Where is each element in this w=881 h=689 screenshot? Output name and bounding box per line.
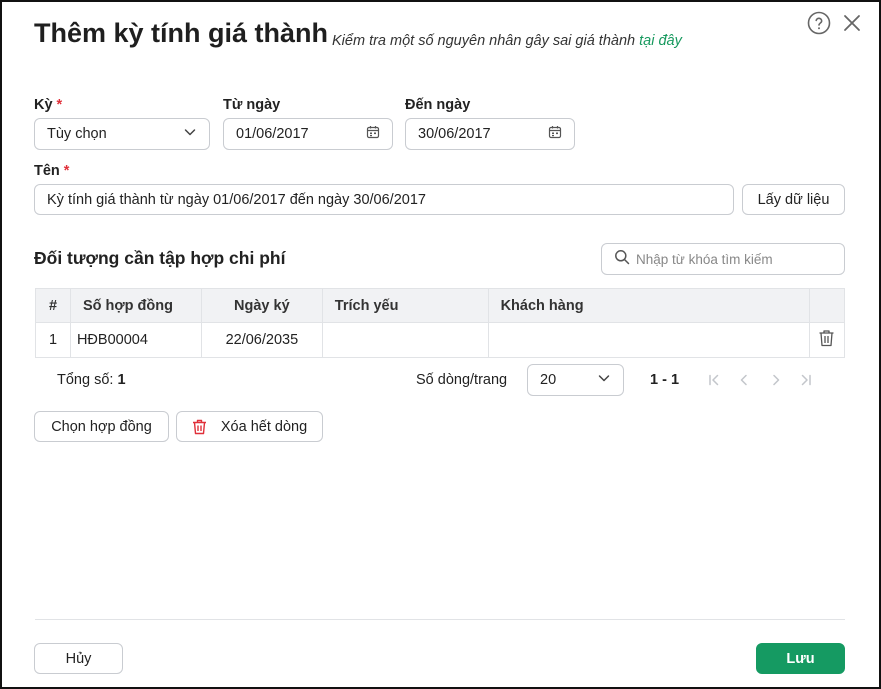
table-header-row: # Số hợp đồng Ngày ký Trích yếu Khách hà… xyxy=(35,288,846,323)
first-page-icon[interactable] xyxy=(706,372,722,388)
subtitle-text: Kiểm tra một số nguyên nhân gây sai giá … xyxy=(332,33,636,49)
choose-contract-button[interactable]: Chọn hợp đồng xyxy=(34,411,169,442)
cell-summary xyxy=(321,322,489,358)
table-row[interactable]: 1 HĐB00004 22/06/2035 xyxy=(35,322,846,358)
contracts-table: # Số hợp đồng Ngày ký Trích yếu Khách hà… xyxy=(35,288,846,358)
dialog-subtitle: Kiểm tra một số nguyên nhân gây sai giá … xyxy=(332,33,682,49)
name-label-text: Tên xyxy=(34,163,60,179)
required-mark: * xyxy=(56,97,63,113)
period-select-value: Tùy chọn xyxy=(47,126,107,142)
column-header-summary: Trích yếu xyxy=(321,288,489,323)
delete-all-rows-button[interactable]: Xóa hết dòng xyxy=(176,411,323,442)
required-mark: * xyxy=(63,163,70,179)
name-input[interactable]: Kỳ tính giá thành từ ngày 01/06/2017 đến… xyxy=(34,184,734,215)
chevron-down-icon xyxy=(183,125,197,143)
rows-per-page-value: 20 xyxy=(540,372,557,388)
search-icon xyxy=(614,249,630,269)
calendar-icon[interactable] xyxy=(366,125,380,143)
fetch-data-button[interactable]: Lấy dữ liệu xyxy=(742,184,845,215)
from-date-input[interactable]: 01/06/2017 xyxy=(223,118,393,150)
column-header-contract-no: Số hợp đồng xyxy=(69,288,202,323)
close-icon[interactable] xyxy=(842,13,862,33)
prev-page-icon[interactable] xyxy=(736,372,752,388)
period-select[interactable]: Tùy chọn xyxy=(34,118,210,150)
subtitle-link[interactable]: tại đây xyxy=(639,33,682,49)
cell-contract-no: HĐB00004 xyxy=(69,322,202,358)
period-label: Kỳ * xyxy=(34,97,62,113)
cell-sign-date: 22/06/2035 xyxy=(200,322,323,358)
footer-divider xyxy=(35,619,845,620)
add-costing-period-dialog: Thêm kỳ tính giá thành Kiểm tra một số n… xyxy=(0,0,881,689)
from-date-label: Từ ngày xyxy=(223,97,281,113)
column-header-sign-date: Ngày ký xyxy=(200,288,323,323)
total-value: 1 xyxy=(117,372,126,388)
to-date-input[interactable]: 30/06/2017 xyxy=(405,118,575,150)
name-label: Tên * xyxy=(34,163,69,179)
from-date-value: 01/06/2017 xyxy=(236,126,309,142)
delete-all-label: Xóa hết dòng xyxy=(220,418,308,435)
to-date-value: 30/06/2017 xyxy=(418,126,491,142)
trash-icon[interactable] xyxy=(818,329,835,351)
rows-per-page-select[interactable]: 20 xyxy=(527,364,624,396)
column-header-index: # xyxy=(35,288,71,323)
cell-customer xyxy=(487,322,810,358)
cancel-button[interactable]: Hủy xyxy=(34,643,123,674)
calendar-icon[interactable] xyxy=(548,125,562,143)
column-header-customer: Khách hàng xyxy=(487,288,810,323)
row-delete-cell xyxy=(808,322,846,358)
total-label: Tổng số: xyxy=(57,372,114,388)
search-input[interactable] xyxy=(630,251,832,267)
trash-icon xyxy=(192,419,207,435)
total-count: Tổng số: 1 xyxy=(57,372,126,388)
page-range: 1 - 1 xyxy=(650,372,680,388)
help-icon[interactable] xyxy=(807,11,831,35)
last-page-icon[interactable] xyxy=(798,372,814,388)
section-title: Đối tượng cần tập hợp chi phí xyxy=(34,248,286,268)
name-input-value: Kỳ tính giá thành từ ngày 01/06/2017 đến… xyxy=(47,191,426,208)
rows-per-page-label: Số dòng/trang xyxy=(416,372,508,388)
search-box[interactable] xyxy=(601,243,845,275)
chevron-down-icon xyxy=(597,371,611,389)
period-label-text: Kỳ xyxy=(34,97,53,113)
column-header-actions xyxy=(808,288,846,323)
to-date-label: Đến ngày xyxy=(405,97,471,113)
dialog-title: Thêm kỳ tính giá thành xyxy=(34,18,329,48)
save-button[interactable]: Lưu xyxy=(756,643,845,674)
cell-index: 1 xyxy=(35,322,71,358)
next-page-icon[interactable] xyxy=(768,372,784,388)
